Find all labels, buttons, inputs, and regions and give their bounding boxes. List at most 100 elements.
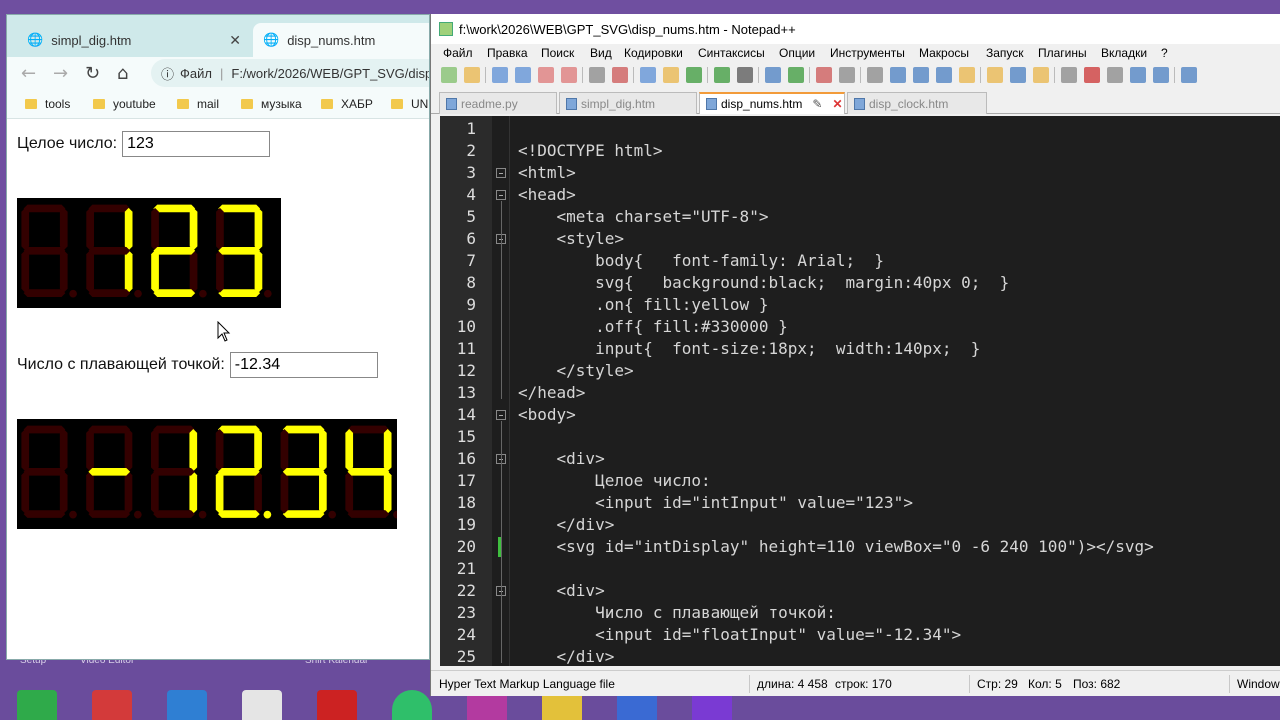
menu-item[interactable]: Кодировки — [624, 46, 683, 60]
save-all-icon[interactable] — [515, 67, 531, 83]
vscode-app-icon[interactable] — [167, 690, 207, 720]
play-multi-icon[interactable] — [1153, 67, 1169, 83]
bookmark-folder[interactable]: музыка — [241, 97, 302, 111]
line-number: 15 — [456, 427, 476, 446]
file-tab[interactable]: simpl_dig.htm — [559, 92, 697, 114]
bookmark-folder[interactable]: tools — [25, 97, 70, 111]
code-editor[interactable]: 1 2 <!DOCTYPE html> 3 <html> 4 <head> 5 <meta c… — [440, 116, 1280, 666]
code-line: </div> — [518, 647, 615, 666]
menu-item[interactable]: Правка — [487, 46, 528, 60]
forward-icon[interactable]: → — [53, 63, 68, 84]
file-tab-label: disp_nums.htm — [721, 97, 803, 111]
zoom-out-icon[interactable] — [816, 67, 832, 83]
indent-guide-icon[interactable] — [936, 67, 952, 83]
media-app-icon[interactable] — [242, 690, 282, 720]
file-tab[interactable]: disp_clock.htm — [847, 92, 987, 114]
play-icon[interactable] — [1130, 67, 1146, 83]
decimal-point-unlit — [198, 510, 207, 519]
bookmark-label: youtube — [113, 97, 156, 111]
close-icon[interactable] — [538, 67, 554, 83]
segment-lit — [217, 467, 260, 476]
reload-icon[interactable]: ↻ — [85, 63, 100, 84]
menu-item[interactable]: Поиск — [541, 46, 574, 60]
menu-item[interactable]: Вкладки — [1101, 46, 1147, 60]
sync-h-icon[interactable] — [867, 67, 883, 83]
code-line: <head> — [518, 185, 576, 204]
menu-item[interactable]: Вид — [590, 46, 612, 60]
menu-item[interactable]: ? — [1161, 46, 1168, 60]
bookmark-folder[interactable]: ХАБР — [321, 97, 373, 111]
menu-item[interactable]: Макросы — [919, 46, 969, 60]
undo-icon[interactable] — [686, 67, 702, 83]
address-bar[interactable]: ⓘ Файл | F:/work/2026/WEB/GPT_SVG/disp_n… — [151, 59, 429, 87]
menu-item[interactable]: Опции — [779, 46, 815, 60]
segment-unlit — [124, 428, 133, 472]
monitor-icon[interactable] — [1061, 67, 1077, 83]
float-seven-segment-display — [17, 419, 397, 529]
code-line: .off{ fill:#330000 } — [518, 317, 788, 336]
paste-icon[interactable] — [663, 67, 679, 83]
fold-toggle-icon[interactable] — [496, 410, 506, 420]
close-tab-icon[interactable]: ✕ — [229, 32, 241, 49]
menu-item[interactable]: Файл — [443, 46, 473, 60]
lang-icon[interactable] — [959, 67, 975, 83]
zoom-in-icon[interactable] — [788, 67, 804, 83]
browser-window: 🌐 simpl_dig.htm ✕ 🌐 disp_nums.htm ← → ↻ … — [6, 14, 430, 660]
line-number: 24 — [456, 625, 476, 644]
pdf-app-icon[interactable] — [92, 690, 132, 720]
func-list-icon[interactable] — [1010, 67, 1026, 83]
calendar-app-icon[interactable] — [317, 690, 357, 720]
segment-lit — [345, 428, 354, 472]
menu-item[interactable]: Инструменты — [830, 46, 905, 60]
record-icon[interactable] — [1084, 67, 1100, 83]
save-macro-icon[interactable] — [1181, 67, 1197, 83]
pin-icon[interactable]: ✎ — [812, 97, 822, 111]
open-icon[interactable] — [464, 67, 480, 83]
bookmark-folder[interactable]: UN — [391, 97, 428, 111]
bookmark-folder[interactable]: youtube — [93, 97, 156, 111]
decimal-point-unlit — [134, 289, 142, 298]
print-icon[interactable] — [589, 67, 605, 83]
back-icon[interactable]: ← — [21, 63, 36, 84]
browser-tab-active[interactable]: 🌐 disp_nums.htm — [253, 23, 429, 57]
wrap-icon[interactable] — [890, 67, 906, 83]
copy-icon[interactable] — [640, 67, 656, 83]
new-icon[interactable] — [441, 67, 457, 83]
segment-unlit — [345, 471, 354, 514]
segment-unlit — [21, 250, 30, 293]
bookmark-folder[interactable]: mail — [177, 97, 219, 111]
redo-icon[interactable] — [714, 67, 730, 83]
menu-item[interactable]: Плагины — [1038, 46, 1087, 60]
browser-tab-strip: 🌐 simpl_dig.htm ✕ 🌐 disp_nums.htm — [7, 15, 429, 57]
file-tab-active[interactable]: disp_nums.htm ✎ ✕ — [699, 92, 845, 114]
cut-icon[interactable] — [612, 67, 628, 83]
segment-lit — [153, 289, 196, 297]
toolbar-separator — [980, 67, 981, 83]
close-all-icon[interactable] — [561, 67, 577, 83]
menu-item[interactable]: Синтаксисы — [698, 46, 765, 60]
fold-toggle-icon[interactable] — [496, 190, 506, 200]
replace-icon[interactable] — [765, 67, 781, 83]
toolbar — [431, 62, 1280, 88]
doc-map-icon[interactable] — [987, 67, 1003, 83]
int-input[interactable] — [122, 131, 271, 157]
browser-tab[interactable]: 🌐 simpl_dig.htm ✕ — [17, 23, 251, 57]
save-icon[interactable] — [492, 67, 508, 83]
segment-unlit — [59, 471, 68, 514]
show-all-icon[interactable] — [913, 67, 929, 83]
home-icon[interactable]: ⌂ — [117, 63, 128, 84]
menu-item[interactable]: Запуск — [986, 46, 1024, 60]
spreadsheet-app-icon[interactable] — [17, 690, 57, 720]
float-input[interactable] — [229, 352, 378, 378]
find-icon[interactable] — [737, 67, 753, 83]
stop-icon[interactable] — [1107, 67, 1123, 83]
decimal-point-unlit — [133, 510, 142, 519]
fold-toggle-icon[interactable] — [496, 168, 506, 178]
info-icon: ⓘ — [161, 66, 175, 82]
folder-ws-icon[interactable] — [1033, 67, 1049, 83]
sync-v-icon[interactable] — [839, 67, 855, 83]
file-tab[interactable]: readme.py — [439, 92, 557, 114]
notepad-app-icon — [439, 22, 453, 36]
close-tab-icon[interactable]: ✕ — [832, 97, 842, 111]
bookmark-label: музыка — [261, 97, 302, 111]
